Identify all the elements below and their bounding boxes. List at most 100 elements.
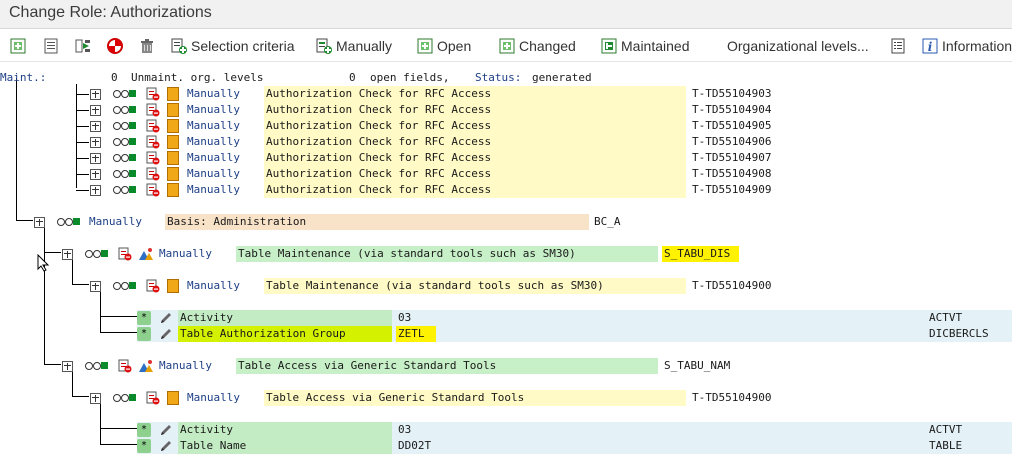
- traffic-light-icon: [113, 90, 138, 98]
- folder-expand-icon[interactable]: [90, 169, 101, 180]
- auth-status-icon: [167, 87, 179, 101]
- maint-type[interactable]: Manually: [187, 134, 240, 150]
- collapse-subtree-button[interactable]: [43, 36, 59, 56]
- maint-type[interactable]: Manually: [187, 390, 240, 406]
- edit-pencil-icon[interactable]: [159, 327, 173, 343]
- auth-status-icon: [167, 119, 179, 133]
- maint-type[interactable]: Manually: [187, 150, 240, 166]
- delete-node-icon[interactable]: [146, 183, 160, 199]
- maint-type[interactable]: Manually: [159, 358, 212, 374]
- object-row-tabu-nam[interactable]: Manually Table Access via Generic Standa…: [0, 358, 1012, 374]
- authorization-row-rfc[interactable]: Manually Authorization Check for RFC Acce…: [0, 134, 1012, 150]
- maint-type[interactable]: Manually: [187, 278, 240, 294]
- folder-expand-icon[interactable]: [90, 185, 101, 196]
- delete-node-icon[interactable]: [118, 247, 132, 263]
- tree-line: [76, 174, 89, 175]
- authorization-row-tabu-nam[interactable]: Manually Table Access via Generic Standa…: [0, 390, 1012, 406]
- maint-type[interactable]: Manually: [187, 118, 240, 134]
- delete-node-icon[interactable]: [146, 167, 160, 183]
- field-row[interactable]: * Activity 03 ACTVT: [0, 422, 1012, 438]
- folder-expand-icon[interactable]: [90, 89, 101, 100]
- tree-line: [76, 126, 89, 127]
- traffic-light-icon: [113, 282, 138, 290]
- maint-type[interactable]: Manually: [159, 246, 212, 262]
- auth-text: Authorization Check for RFC Access: [264, 166, 686, 182]
- authorization-row-rfc[interactable]: Manually Authorization Check for RFC Acce…: [0, 182, 1012, 198]
- traffic-light-icon: [113, 154, 138, 162]
- delete-node-icon[interactable]: [146, 151, 160, 167]
- field-value[interactable]: 03: [398, 310, 411, 326]
- folder-expand-icon[interactable]: [90, 121, 101, 132]
- folder-collapse-icon[interactable]: [90, 281, 101, 292]
- transfer-button[interactable]: [75, 36, 91, 56]
- open-button[interactable]: Open: [417, 36, 471, 56]
- changed-button[interactable]: Changed: [499, 36, 576, 56]
- field-value[interactable]: ZETL: [396, 326, 436, 342]
- deactivate-button[interactable]: [107, 36, 123, 56]
- field-row[interactable]: * Table Authorization Group ZETL DICBERC…: [0, 326, 1012, 342]
- delete-node-icon[interactable]: [146, 279, 160, 295]
- delete-node-icon[interactable]: [146, 87, 160, 103]
- auth-status-icon: [167, 135, 179, 149]
- field-value[interactable]: 03: [398, 422, 411, 438]
- profile-row-basis[interactable]: Manually Basis: Administration BC_A: [0, 214, 1012, 230]
- folder-collapse-icon[interactable]: [62, 361, 73, 372]
- maint-type[interactable]: Manually: [187, 182, 240, 198]
- selection-criteria-button[interactable]: Selection criteria: [171, 36, 295, 56]
- delete-node-icon[interactable]: [146, 103, 160, 119]
- field-row[interactable]: * Table Name DD02T TABLE: [0, 438, 1012, 454]
- changed-label: Changed: [519, 38, 576, 54]
- field-label: Activity: [178, 310, 392, 326]
- traffic-light-icon: [57, 218, 82, 226]
- auth-status-icon: [167, 103, 179, 117]
- field-value[interactable]: DD02T: [398, 438, 431, 454]
- authorization-row-rfc[interactable]: Manually Authorization Check for RFC Acce…: [0, 166, 1012, 182]
- edit-pencil-icon[interactable]: [159, 311, 173, 327]
- tree-line: [76, 142, 89, 143]
- delete-node-icon[interactable]: [146, 135, 160, 151]
- lifebuoy-icon: [107, 38, 123, 54]
- authorization-row-rfc[interactable]: Manually Authorization Check for RFC Acce…: [0, 150, 1012, 166]
- transfer-icon: [75, 38, 91, 54]
- auth-text: Authorization Check for RFC Access: [264, 150, 686, 166]
- traffic-light-icon: [85, 362, 110, 370]
- delete-node-icon[interactable]: [146, 119, 160, 135]
- maintained-button[interactable]: Maintained: [601, 36, 690, 56]
- edit-pencil-icon[interactable]: [159, 439, 173, 455]
- maint-type[interactable]: Manually: [187, 166, 240, 182]
- delete-node-icon[interactable]: [118, 359, 132, 375]
- auth-id: T-TD55104900: [692, 391, 772, 404]
- maint-type[interactable]: Manually: [187, 102, 240, 118]
- selection-criteria-label: Selection criteria: [191, 38, 295, 54]
- authorization-row-rfc[interactable]: Manually Authorization Check for RFC Acce…: [0, 86, 1012, 102]
- maint-type[interactable]: Manually: [89, 214, 142, 230]
- authorization-row-rfc[interactable]: Manually Authorization Check for RFC Acce…: [0, 102, 1012, 118]
- profile-text: Basis: Administration: [165, 214, 589, 230]
- authorization-row-rfc[interactable]: Manually Authorization Check for RFC Acce…: [0, 118, 1012, 134]
- folder-expand-icon[interactable]: [90, 153, 101, 164]
- list-view-button[interactable]: [890, 36, 906, 56]
- traffic-light-icon: [113, 106, 138, 114]
- expand-maintained-icon: [601, 38, 617, 54]
- unmaint-count: 0: [111, 71, 118, 84]
- toolbar: Selection criteria Manually Open Changed…: [0, 29, 1012, 62]
- information-button[interactable]: i Information: [922, 36, 1012, 56]
- field-name: TABLE: [929, 439, 963, 452]
- delete-button[interactable]: [139, 36, 155, 56]
- folder-collapse-icon[interactable]: [34, 217, 45, 228]
- edit-pencil-icon[interactable]: [159, 423, 173, 439]
- delete-node-icon[interactable]: [146, 391, 160, 407]
- expand-subtree-button[interactable]: [10, 36, 26, 56]
- authorization-row-tabu-dis[interactable]: Manually Table Maintenance (via standard…: [0, 278, 1012, 294]
- object-row-tabu-dis[interactable]: Manually Table Maintenance (via standard…: [0, 246, 1012, 262]
- manually-button[interactable]: Manually: [316, 36, 392, 56]
- field-name: DICBERCLS: [929, 327, 989, 340]
- folder-collapse-icon[interactable]: [90, 393, 101, 404]
- folder-expand-icon[interactable]: [90, 105, 101, 116]
- maint-type[interactable]: Manually: [187, 86, 240, 102]
- org-levels-button[interactable]: Organizational levels...: [727, 36, 869, 56]
- folder-collapse-icon[interactable]: [62, 249, 73, 260]
- window-title: Change Role: Authorizations: [9, 4, 212, 21]
- field-row[interactable]: * Activity 03 ACTVT: [0, 310, 1012, 326]
- folder-expand-icon[interactable]: [90, 137, 101, 148]
